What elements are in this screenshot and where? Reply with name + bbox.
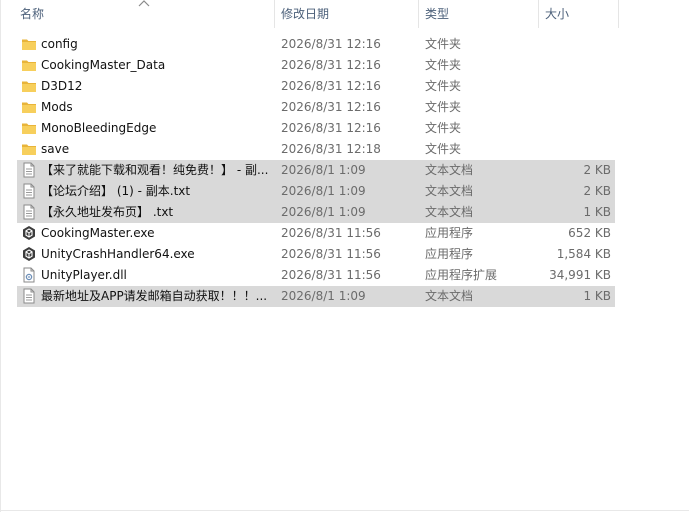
file-name: UnityPlayer.dll — [41, 268, 127, 282]
file-type: 应用程序 — [425, 226, 474, 240]
file-name: 【永久地址发布页】 .txt — [41, 205, 174, 219]
file-size: 2 KB — [583, 184, 611, 198]
file-size: 2 KB — [583, 163, 611, 177]
file-row[interactable]: D3D12 2026/8/31 12:16 文件夹 — [17, 76, 615, 97]
file-name: CookingMaster_Data — [41, 58, 166, 72]
column-divider[interactable] — [538, 0, 539, 28]
file-name: save — [41, 142, 70, 156]
file-name: Mods — [41, 100, 73, 114]
unity-app-icon — [21, 225, 37, 241]
folder-icon — [21, 99, 37, 115]
file-row[interactable]: 最新地址及APP请发邮箱自动获取！！！... 2026/8/1 1:09 文本文… — [17, 286, 615, 307]
file-date-modified: 2026/8/1 1:09 — [281, 205, 366, 219]
column-header-name[interactable]: 名称 — [20, 0, 44, 28]
file-size: 1 KB — [583, 205, 611, 219]
file-name: CookingMaster.exe — [41, 226, 155, 240]
file-date-modified: 2026/8/1 1:09 — [281, 163, 366, 177]
folder-icon — [21, 36, 37, 52]
folder-icon — [21, 57, 37, 73]
file-date-modified: 2026/8/31 12:16 — [281, 58, 381, 72]
file-date-modified: 2026/8/31 12:16 — [281, 37, 381, 51]
pane-left-border — [0, 0, 1, 512]
file-name: D3D12 — [41, 79, 83, 93]
file-row[interactable]: Mods 2026/8/31 12:16 文件夹 — [17, 97, 615, 118]
column-header: 名称 修改日期 类型 大小 — [0, 0, 620, 28]
file-name: 最新地址及APP请发邮箱自动获取！！！... — [41, 289, 268, 303]
text-file-icon — [21, 204, 37, 220]
file-type: 文件夹 — [425, 100, 462, 114]
file-row[interactable]: 【永久地址发布页】 .txt 2026/8/1 1:09 文本文档 1 KB — [17, 202, 615, 223]
file-size: 1 KB — [583, 289, 611, 303]
file-type: 文本文档 — [425, 184, 474, 198]
file-date-modified: 2026/8/31 12:16 — [281, 100, 381, 114]
file-type: 文件夹 — [425, 58, 462, 72]
folder-icon — [21, 141, 37, 157]
file-date-modified: 2026/8/1 1:09 — [281, 184, 366, 198]
folder-icon — [21, 120, 37, 136]
file-row[interactable]: CookingMaster_Data 2026/8/31 12:16 文件夹 — [17, 55, 615, 76]
text-file-icon — [21, 162, 37, 178]
column-header-date-modified[interactable]: 修改日期 — [281, 0, 329, 28]
file-name: MonoBleedingEdge — [41, 121, 157, 135]
column-divider[interactable] — [274, 0, 275, 28]
file-row[interactable]: MonoBleedingEdge 2026/8/31 12:16 文件夹 — [17, 118, 615, 139]
text-file-icon — [21, 288, 37, 304]
sort-ascending-icon — [138, 0, 150, 7]
file-type: 文本文档 — [425, 163, 474, 177]
file-type: 文本文档 — [425, 289, 474, 303]
file-type: 文件夹 — [425, 37, 462, 51]
file-name: UnityCrashHandler64.exe — [41, 247, 195, 261]
file-type: 文件夹 — [425, 142, 462, 156]
column-header-size[interactable]: 大小 — [545, 0, 569, 28]
column-header-type[interactable]: 类型 — [425, 0, 449, 28]
file-type: 文件夹 — [425, 79, 462, 93]
file-date-modified: 2026/8/31 12:16 — [281, 79, 381, 93]
file-type: 文本文档 — [425, 205, 474, 219]
file-type: 应用程序扩展 — [425, 268, 498, 282]
file-name: 【来了就能下载和观看！纯免费！】 - 副... — [41, 163, 269, 177]
file-row[interactable]: UnityCrashHandler64.exe 2026/8/31 11:56 … — [17, 244, 615, 265]
file-name: config — [41, 37, 78, 51]
column-divider[interactable] — [618, 0, 619, 28]
file-date-modified: 2026/8/31 11:56 — [281, 268, 381, 282]
unity-app-icon — [21, 246, 37, 262]
file-date-modified: 2026/8/1 1:09 — [281, 289, 366, 303]
file-size: 652 KB — [568, 226, 611, 240]
dll-file-icon — [21, 267, 37, 283]
column-divider[interactable] — [418, 0, 419, 28]
folder-icon — [21, 78, 37, 94]
file-row[interactable]: UnityPlayer.dll 2026/8/31 11:56 应用程序扩展 3… — [17, 265, 615, 286]
file-type: 应用程序 — [425, 247, 474, 261]
file-row[interactable]: CookingMaster.exe 2026/8/31 11:56 应用程序 6… — [17, 223, 615, 244]
file-date-modified: 2026/8/31 12:18 — [281, 142, 381, 156]
file-date-modified: 2026/8/31 11:56 — [281, 226, 381, 240]
file-row[interactable]: 【论坛介绍】 (1) - 副本.txt 2026/8/1 1:09 文本文档 2… — [17, 181, 615, 202]
file-date-modified: 2026/8/31 11:56 — [281, 247, 381, 261]
file-row[interactable]: save 2026/8/31 12:18 文件夹 — [17, 139, 615, 160]
file-size: 34,991 KB — [549, 268, 611, 282]
file-row[interactable]: 【来了就能下载和观看！纯免费！】 - 副... 2026/8/1 1:09 文本… — [17, 160, 615, 181]
file-type: 文件夹 — [425, 121, 462, 135]
text-file-icon — [21, 183, 37, 199]
file-row[interactable]: config 2026/8/31 12:16 文件夹 — [17, 34, 615, 55]
pane-bottom-border — [0, 510, 689, 511]
file-date-modified: 2026/8/31 12:16 — [281, 121, 381, 135]
file-size: 1,584 KB — [556, 247, 611, 261]
file-name: 【论坛介绍】 (1) - 副本.txt — [41, 184, 191, 198]
